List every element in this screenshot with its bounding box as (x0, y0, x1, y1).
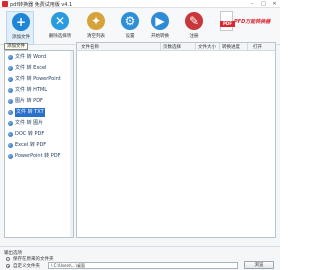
column-header-file-size[interactable]: 文件大小 (198, 44, 216, 50)
sidebar-scrollbar[interactable] (70, 51, 73, 237)
browse-button[interactable]: 浏览 (244, 261, 274, 269)
sidebar-item-file-to-word[interactable]: 文件 转 Word (6, 53, 72, 62)
column-header-progress[interactable]: 转换进度 (222, 44, 240, 50)
output-path-field[interactable]: \ C:\Users\…\桌面 (48, 262, 238, 269)
delete-selected-button[interactable]: ✕ 删除选择项 (46, 11, 74, 45)
sidebar-item-label: 文件 转 PowerPoint (15, 76, 61, 82)
register-label: 注册 (189, 34, 199, 39)
add-file-label: 添加文件 (12, 35, 30, 40)
start-convert-button[interactable]: ▶ 开始转换 (146, 11, 174, 45)
delete-selected-label: 删除选择项 (48, 34, 72, 39)
sidebar-item-file-to-powerpoint[interactable]: 文件 转 PowerPoint (6, 75, 72, 84)
radio-button[interactable] (6, 264, 10, 268)
window-title: pdf转换器 免费试用版 v4.1 (10, 2, 73, 8)
column-divider (195, 43, 196, 51)
pdf-document-icon: PDF (220, 11, 235, 31)
add-file-icon: + (12, 13, 30, 31)
sidebar-item-label: 文件 转 HTML (15, 87, 48, 93)
sidebar-item-image-to-pdf[interactable]: 图片 转 PDF (6, 97, 72, 106)
file-list-table: 文件名称 页数选择 文件大小 转换进度 打开 (76, 42, 276, 238)
bullet-icon (8, 66, 13, 71)
radio-button[interactable] (6, 257, 10, 261)
minimize-button[interactable]: – (247, 0, 258, 8)
radio-custom-folder-label: 自定义文件夹 (13, 264, 40, 269)
clear-list-button[interactable]: ✦ 清空列表 (82, 11, 110, 45)
column-divider (219, 43, 220, 51)
sidebar-item-file-to-image[interactable]: 文件 转 图片 (6, 119, 72, 128)
column-header-open[interactable]: 打开 (253, 44, 262, 50)
maximize-button[interactable]: □ (258, 0, 269, 8)
sidebar-item-label: DOC 转 PDF (15, 131, 45, 137)
column-header-page-select[interactable]: 页数选择 (163, 44, 181, 50)
add-file-tooltip: 添加文件 (4, 43, 28, 50)
bullet-icon (8, 77, 13, 82)
settings-button[interactable]: ⚙ 设置 (116, 11, 144, 45)
sidebar-item-label: PowerPoint 转 PDF (15, 153, 61, 159)
sidebar-item-file-to-html[interactable]: 文件 转 HTML (6, 86, 72, 95)
bullet-icon (8, 121, 13, 126)
broom-icon: ✦ (87, 12, 105, 30)
delete-selected-icon: ✕ (51, 12, 69, 30)
register-button[interactable]: ✎ 注册 (180, 11, 208, 45)
column-header-file-name[interactable]: 文件名称 (81, 44, 99, 50)
sidebar-item-doc-to-pdf[interactable]: DOC 转 PDF (6, 130, 72, 139)
sidebar-item-label: 文件 转 Excel (15, 65, 47, 71)
pdf-band-label: PDF (220, 21, 235, 27)
sidebar-item-powerpoint-to-pdf[interactable]: PowerPoint 转 PDF (6, 152, 72, 161)
bullet-icon (8, 154, 13, 159)
bullet-icon (8, 88, 13, 93)
column-divider (247, 43, 248, 51)
sidebar-item-label: 文件 转 TXT (15, 108, 45, 117)
sidebar-item-file-to-excel[interactable]: 文件 转 Excel (6, 64, 72, 73)
file-list-header: 文件名称 页数选择 文件大小 转换进度 打开 (77, 43, 275, 51)
bullet-icon (8, 132, 13, 137)
sidebar-item-label: 文件 转 图片 (15, 120, 44, 126)
sidebar-item-label: 图片 转 PDF (15, 98, 43, 104)
app-window: pdf转换器 免费试用版 v4.1 – □ ✕ + 添加文件 ✕ 删除选择项 ✦… (0, 0, 280, 270)
sidebar-item-file-to-txt[interactable]: 文件 转 TXT (6, 108, 72, 117)
column-divider (160, 43, 161, 51)
bullet-icon (8, 55, 13, 60)
title-bar: pdf转换器 免费试用版 v4.1 – □ ✕ (0, 0, 280, 8)
close-button[interactable]: ✕ (269, 0, 280, 8)
register-icon: ✎ (185, 12, 203, 30)
bullet-icon (8, 99, 13, 104)
sidebar-item-label: Excel 转 PDF (15, 142, 47, 148)
bullet-icon (8, 143, 13, 148)
bullet-icon (8, 110, 13, 115)
sidebar-item-excel-to-pdf[interactable]: Excel 转 PDF (6, 141, 72, 150)
brand-logo: PDF PFD万能转换器 (218, 9, 276, 39)
brand-name: PFD万能转换器 (234, 19, 271, 25)
conversion-type-list: 文件 转 Word 文件 转 Excel 文件 转 PowerPoint 文件 … (4, 50, 74, 238)
sidebar-item-label: 文件 转 Word (15, 54, 47, 60)
play-icon: ▶ (151, 12, 169, 30)
app-icon (2, 1, 8, 7)
add-file-button[interactable]: + 添加文件 (6, 11, 34, 45)
gear-icon: ⚙ (121, 12, 139, 30)
